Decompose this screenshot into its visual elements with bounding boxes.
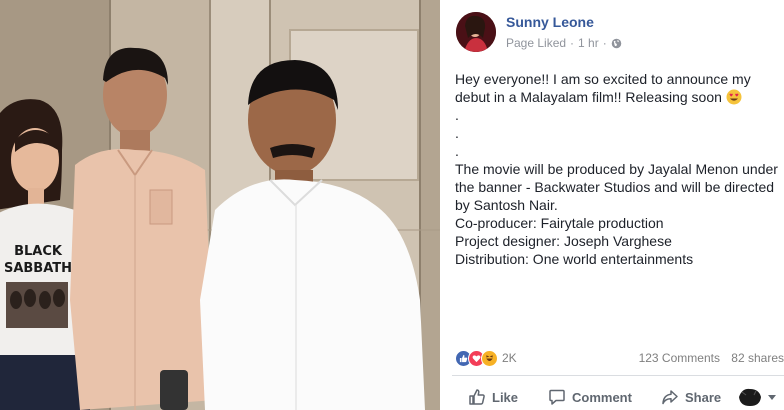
post-as-selector[interactable] <box>736 386 776 408</box>
post-photo[interactable]: BLACK SABBATH <box>0 0 440 410</box>
comment-label: Comment <box>572 389 632 405</box>
post-paragraph: Hey everyone!! I am so excited to announ… <box>455 71 755 105</box>
share-label: Share <box>685 389 722 405</box>
comment-icon <box>549 389 565 405</box>
post-message: Hey everyone!! I am so excited to announ… <box>455 70 781 268</box>
shirt-print: BLACK SABBATH <box>4 244 72 328</box>
chevron-down-icon <box>768 394 776 400</box>
separator-dot: · <box>570 36 575 50</box>
share-button[interactable]: Share <box>661 388 721 406</box>
post-meta: Page Liked · 1 hr · <box>506 36 622 50</box>
comments-count-link[interactable]: 123 Comments <box>639 351 720 365</box>
page-avatar[interactable] <box>456 12 496 52</box>
shares-count-link[interactable]: 82 shares <box>731 351 784 365</box>
page-status[interactable]: Page Liked <box>506 36 566 50</box>
post-panel: Sunny Leone Page Liked · 1 hr · Hey ever… <box>440 0 784 410</box>
comment-button[interactable]: Comment <box>548 388 632 406</box>
post-paragraph: Project designer: Joseph Varghese <box>455 233 672 249</box>
reaction-count: 2K <box>502 351 517 365</box>
post-paragraph: Distribution: One world entertainments <box>455 251 694 267</box>
post-paragraph: The movie will be produced by Jayalal Me… <box>455 161 782 213</box>
separator-dot: · <box>602 36 607 50</box>
like-label: Like <box>492 389 519 405</box>
svg-text:BLACK: BLACK <box>14 244 63 259</box>
post-paragraph: . <box>455 125 459 141</box>
post-timestamp[interactable]: 1 hr <box>578 36 599 50</box>
svg-text:SABBATH: SABBATH <box>4 261 72 276</box>
globe-icon[interactable] <box>611 38 622 49</box>
thumbs-up-icon <box>469 389 485 405</box>
post-paragraph: Co-producer: Fairytale production <box>455 215 664 231</box>
post-paragraph: . <box>455 107 459 123</box>
post-paragraph: . <box>455 143 459 159</box>
page-name-link[interactable]: Sunny Leone <box>506 14 594 30</box>
like-button[interactable]: Like <box>468 388 518 406</box>
post-actions: Like Comment Share <box>440 384 784 410</box>
haha-icon <box>481 349 498 367</box>
photo-illustration: BLACK SABBATH <box>0 0 440 410</box>
reaction-summary[interactable]: 2K <box>455 349 517 367</box>
engagement-stats: 123 Comments 82 shares <box>639 351 784 365</box>
heart-eyes-emoji-icon <box>726 89 742 105</box>
actions-divider <box>452 375 784 376</box>
viewer-avatar-icon <box>736 386 764 408</box>
share-arrow-icon <box>662 390 678 405</box>
